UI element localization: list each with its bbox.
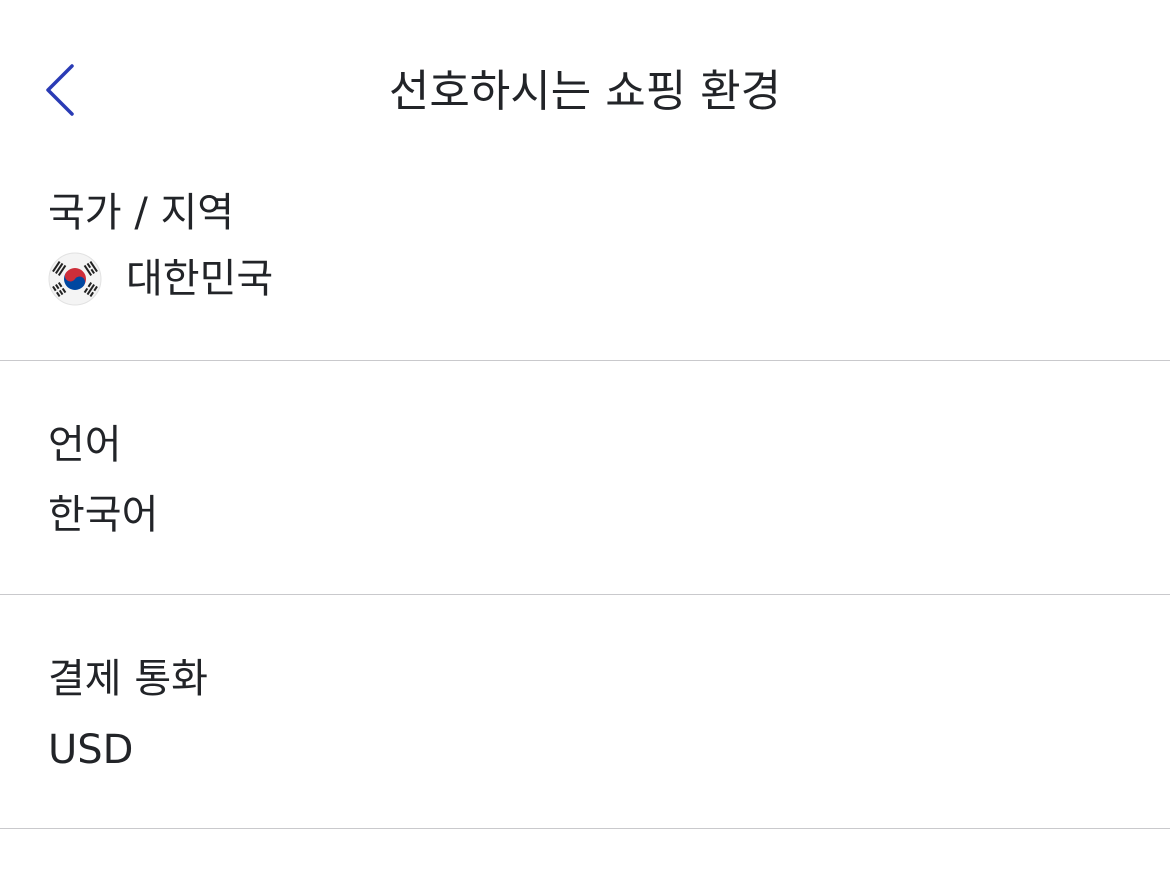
language-value: 한국어 bbox=[48, 492, 159, 538]
country-region-value-row: 대한민국 bbox=[48, 252, 273, 306]
header: 선호하시는 쇼핑 환경 bbox=[0, 0, 1170, 180]
language-label: 언어 bbox=[48, 422, 122, 468]
page-title: 선호하시는 쇼핑 환경 bbox=[388, 66, 782, 117]
country-region-value: 대한민국 bbox=[126, 256, 274, 302]
payment-currency-section[interactable]: 결제 통화 USD bbox=[0, 595, 1170, 829]
payment-currency-label: 결제 통화 bbox=[48, 656, 208, 702]
country-region-section[interactable]: 국가 / 지역 대한민국 bbox=[0, 180, 1170, 361]
payment-currency-value: USD bbox=[48, 727, 134, 773]
language-section[interactable]: 언어 한국어 bbox=[0, 361, 1170, 595]
country-region-label: 국가 / 지역 bbox=[48, 190, 235, 236]
south-korea-flag-icon bbox=[48, 252, 102, 306]
